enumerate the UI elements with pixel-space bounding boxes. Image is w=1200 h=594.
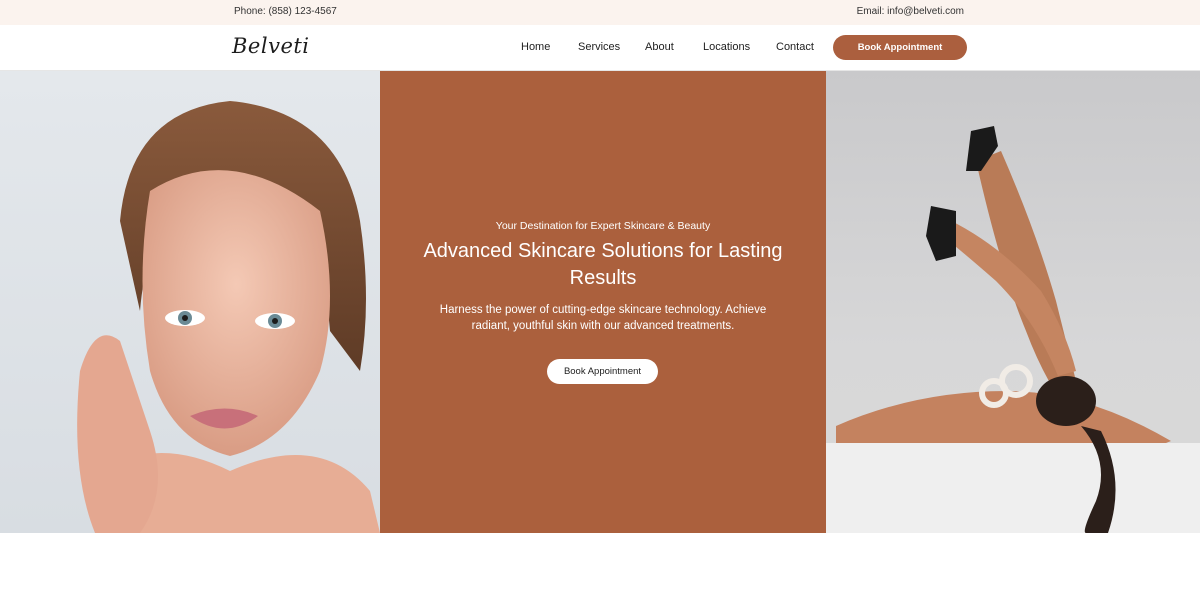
- brand-logo[interactable]: Belveti: [232, 34, 310, 58]
- main-navigation: Belveti Home Services About Locations Co…: [0, 25, 1200, 71]
- hero-content-panel: Your Destination for Expert Skincare & B…: [380, 71, 826, 533]
- hero-image-portrait: [0, 71, 380, 533]
- hero-section: Your Destination for Expert Skincare & B…: [0, 71, 1200, 533]
- email-address[interactable]: Email: info@belveti.com: [857, 6, 964, 17]
- nav-item-locations[interactable]: Locations: [703, 41, 750, 53]
- hero-image-model: [826, 71, 1200, 533]
- book-appointment-button[interactable]: Book Appointment: [833, 35, 967, 60]
- hero-book-appointment-button[interactable]: Book Appointment: [547, 359, 658, 384]
- hero-subtext: Harness the power of cutting-edge skinca…: [439, 304, 767, 332]
- top-info-bar: Phone: (858) 123-4567 Email: info@belvet…: [0, 0, 1200, 25]
- hero-eyebrow: Your Destination for Expert Skincare & B…: [495, 220, 711, 232]
- model-illustration: [826, 126, 1200, 533]
- nav-item-contact[interactable]: Contact: [776, 41, 814, 53]
- hero-headline: Advanced Skincare Solutions for Lasting …: [423, 240, 783, 289]
- portrait-illustration: [77, 101, 380, 533]
- nav-item-services[interactable]: Services: [578, 41, 620, 53]
- nav-item-home[interactable]: Home: [521, 41, 550, 53]
- phone-number[interactable]: Phone: (858) 123-4567: [234, 6, 337, 17]
- nav-item-about[interactable]: About: [645, 41, 674, 53]
